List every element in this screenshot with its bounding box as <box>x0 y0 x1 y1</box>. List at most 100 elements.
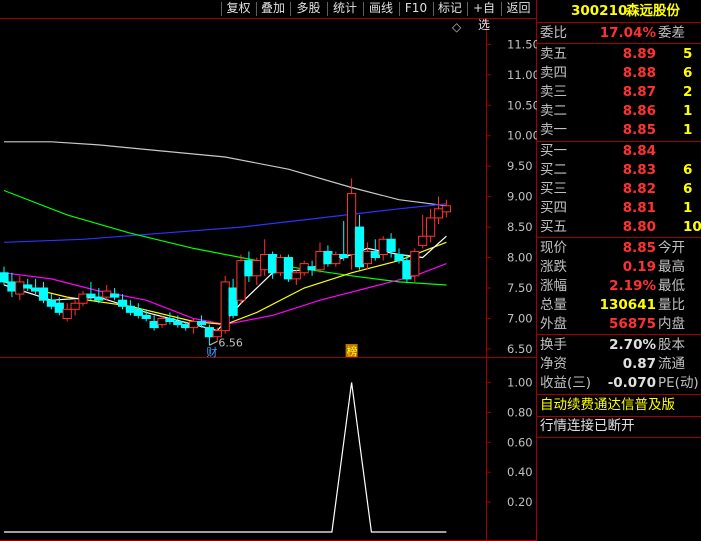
ma120-line <box>3 203 447 243</box>
candle-body <box>268 254 278 274</box>
level-price: 8.84 <box>622 143 656 159</box>
candle-body <box>149 321 159 329</box>
sub-y-tick-label: 1.00 <box>507 375 533 389</box>
toolbar-button-1[interactable]: 叠加 <box>256 0 290 18</box>
candle-body <box>244 260 254 277</box>
toolbar-button-4[interactable]: 画线 <box>363 0 399 18</box>
fund-row: 收益(三) -0.070 PE(动) <box>537 374 701 393</box>
candle-body <box>394 254 404 262</box>
bids-row[interactable]: 买三 8.82 6 <box>537 180 701 199</box>
quote-row: 现价 8.85 今开 <box>537 239 701 258</box>
level-label: 卖五 <box>540 46 567 62</box>
asks-row[interactable]: 卖三 8.87 2 <box>537 83 701 102</box>
stat-label: 换手 <box>540 337 567 353</box>
stat-value: 0.19 <box>622 259 656 275</box>
toolbar-button-6[interactable]: 标记 <box>433 0 467 18</box>
level-label: 卖二 <box>540 103 567 119</box>
divider <box>537 437 701 438</box>
y-tick-label: 9.50 <box>507 159 533 173</box>
level-label: 卖四 <box>540 65 567 81</box>
fund-row: 净资 0.87 流通 <box>537 355 701 374</box>
candle-body <box>102 290 112 298</box>
candle-body <box>62 308 72 319</box>
candle-body <box>70 302 80 310</box>
candle-body <box>125 305 136 313</box>
toolbar-separator <box>327 2 328 16</box>
chart-area[interactable]: 11.50 11.00 10.50 10.00 9.50 9.00 8.50 8.00 7.50… <box>0 0 537 541</box>
stat-label: 总量 <box>540 297 567 313</box>
candle-body <box>418 235 428 246</box>
stat-value: 2.70% <box>609 337 656 353</box>
candle-body <box>236 260 246 301</box>
divider <box>537 394 701 395</box>
asks-row[interactable]: 卖二 8.86 1 <box>537 102 701 121</box>
wei-bi-row: 委比 17.04% 委差 <box>540 25 685 41</box>
stat-label-2: 股本 <box>658 337 685 353</box>
level-price: 8.82 <box>622 181 656 197</box>
finance-event-marker[interactable]: 财 <box>206 345 217 359</box>
asks-row[interactable]: 卖一 8.85 1 <box>537 121 701 140</box>
bids-row[interactable]: 买二 8.83 6 <box>537 161 701 180</box>
ma60-line <box>3 189 447 286</box>
candle-body <box>133 308 143 316</box>
bids-row[interactable]: 买一 8.84 <box>537 142 701 161</box>
candle-body <box>181 324 191 329</box>
toolbar-button-5[interactable]: F10 <box>399 0 433 18</box>
level-volume: 6 <box>683 162 693 178</box>
stat-value: 0.87 <box>622 356 656 372</box>
y-tick-label: 10.00 <box>507 129 537 143</box>
candle-body <box>370 250 380 259</box>
level-price: 8.80 <box>622 219 656 235</box>
board-event-marker[interactable]: 榜 <box>347 344 358 358</box>
stock-header: 300210 森远股份 <box>537 2 701 21</box>
candle-body <box>7 281 17 292</box>
bids-row[interactable]: 买五 8.80 10 <box>537 218 701 237</box>
low-price-label: 6.56 <box>218 336 243 349</box>
candle-body <box>228 287 238 316</box>
level-volume: 1 <box>683 103 693 119</box>
ad-message[interactable]: 自动续费通达信普及版 <box>537 396 701 415</box>
toolbar-button-2[interactable]: 多股 <box>290 0 327 18</box>
candle-body <box>204 327 215 338</box>
candle-body <box>196 321 207 326</box>
level-label: 卖三 <box>540 84 567 100</box>
stat-label-2: PE(动) <box>658 375 699 391</box>
candle-body <box>362 250 372 265</box>
y-tick-label: 8.00 <box>507 251 533 265</box>
toolbar-button-0[interactable]: 复权 <box>221 0 256 18</box>
toolbar-button-7[interactable]: +自选 <box>467 0 501 32</box>
level-label: 买三 <box>540 181 567 197</box>
candle-body <box>220 281 230 332</box>
candle-body <box>410 250 420 277</box>
level-volume: 1 <box>683 200 693 216</box>
connection-status: 行情连接已断开 <box>540 418 635 434</box>
diamond-icon: ◇ <box>452 20 462 34</box>
sub-y-tick-label: 0.20 <box>507 495 533 509</box>
level-price: 8.89 <box>622 46 656 62</box>
candle-body <box>433 208 444 219</box>
stat-label: 涨跌 <box>540 259 567 275</box>
candle-body <box>117 299 128 307</box>
candle-body <box>165 317 175 323</box>
candle-body <box>441 205 451 213</box>
bids-row[interactable]: 买四 8.81 1 <box>537 199 701 218</box>
sub-y-tick-label: 0.60 <box>507 435 533 449</box>
stock-name: 森远股份 <box>626 3 680 19</box>
candle-body <box>323 250 333 265</box>
quote-row: 涨幅 2.19% 最低 <box>537 277 701 296</box>
asks-row[interactable]: 卖五 8.89 5 <box>537 45 701 64</box>
toolbar-separator <box>363 2 364 16</box>
quote-row: 涨跌 0.19 最高 <box>537 258 701 277</box>
toolbar-button-3[interactable]: 统计 <box>327 0 363 18</box>
candle-body <box>260 254 270 271</box>
candle-body <box>141 314 151 319</box>
y-tick-label: 6.50 <box>507 342 533 356</box>
level-volume: 5 <box>683 46 693 62</box>
stat-label-2: 今开 <box>658 240 685 256</box>
candle-body <box>0 272 9 283</box>
asks-row[interactable]: 卖四 8.88 6 <box>537 64 701 83</box>
candle-body <box>347 193 357 256</box>
candle-body <box>189 321 199 329</box>
level-volume: 1 <box>683 122 693 138</box>
toolbar-button-8[interactable]: 返回 <box>501 0 536 18</box>
